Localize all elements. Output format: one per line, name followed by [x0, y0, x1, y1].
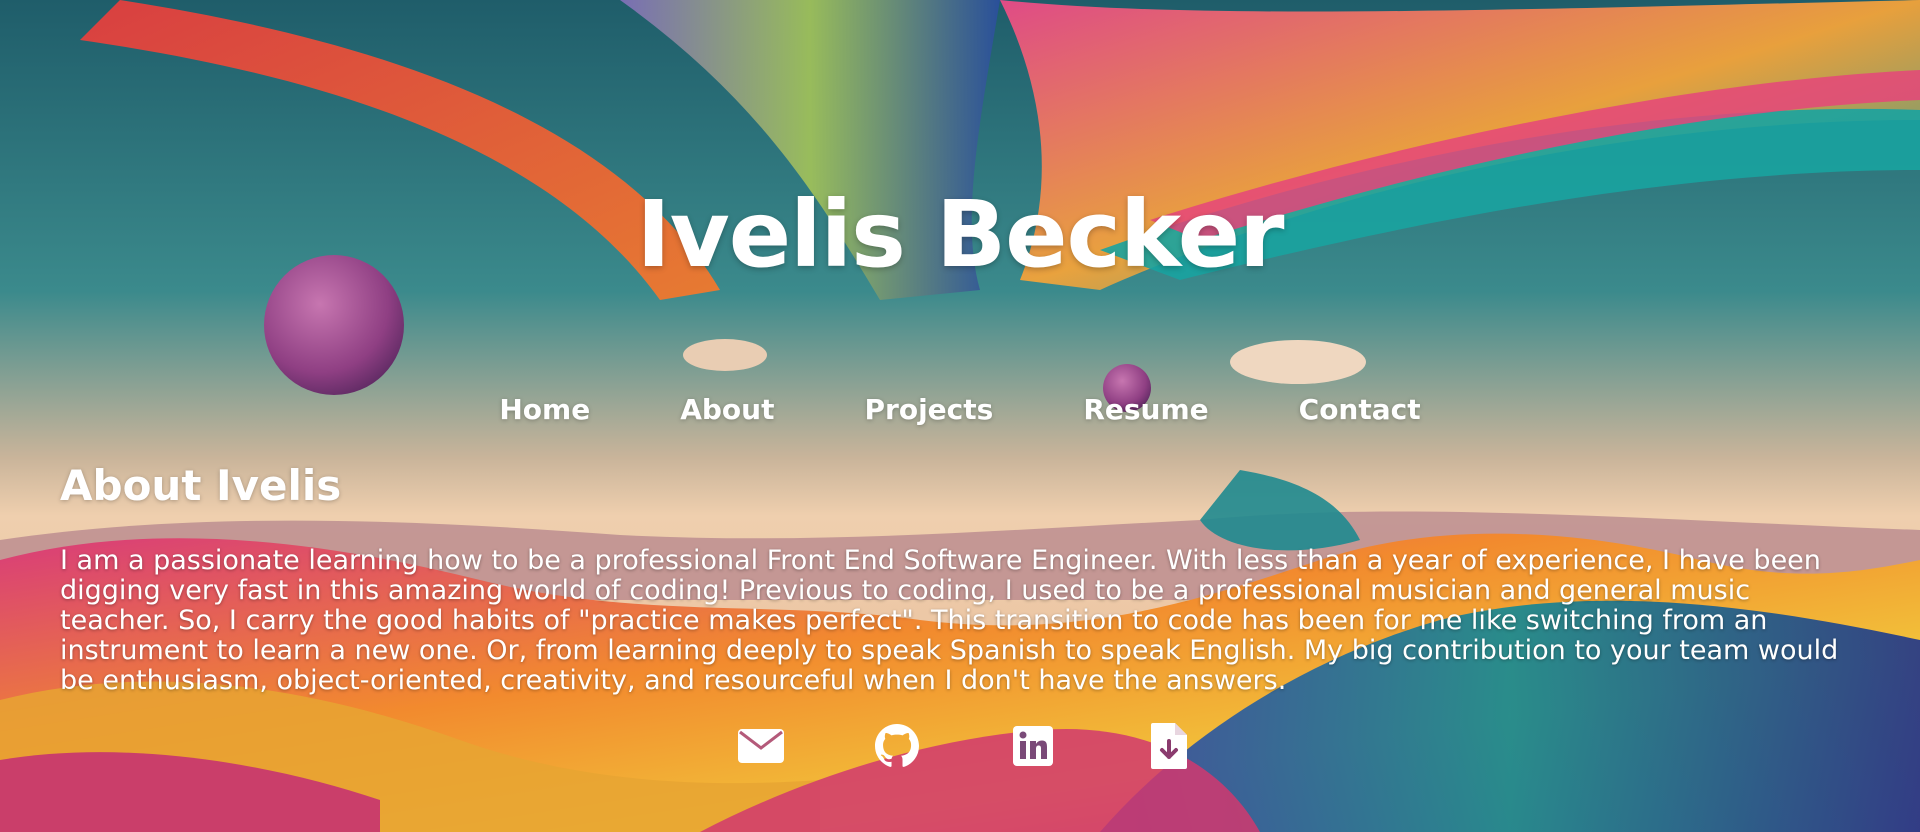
- github-icon: [875, 724, 919, 767]
- about-paragraph: I am a passionate learning how to be a p…: [60, 545, 1839, 696]
- nav-link-contact[interactable]: Contact: [1299, 390, 1421, 430]
- linkedin-icon: [1013, 726, 1053, 766]
- resume-download-link[interactable]: [1145, 722, 1193, 770]
- social-links: [0, 722, 1920, 770]
- envelope-icon: [738, 729, 784, 763]
- nav-link-projects[interactable]: Projects: [865, 390, 994, 430]
- nav-link-about[interactable]: About: [680, 390, 774, 430]
- hero-section: Ivelis Becker Home About Projects Resume…: [0, 0, 1920, 832]
- site-title: Ivelis Becker: [636, 181, 1285, 288]
- email-link[interactable]: [737, 722, 785, 770]
- github-link[interactable]: [873, 722, 921, 770]
- about-heading: About Ivelis: [60, 461, 342, 510]
- main-nav: Home About Projects Resume Contact: [0, 390, 1920, 430]
- linkedin-link[interactable]: [1009, 722, 1057, 770]
- file-download-icon: [1151, 723, 1187, 769]
- nav-link-home[interactable]: Home: [499, 390, 590, 430]
- nav-link-resume[interactable]: Resume: [1083, 390, 1208, 430]
